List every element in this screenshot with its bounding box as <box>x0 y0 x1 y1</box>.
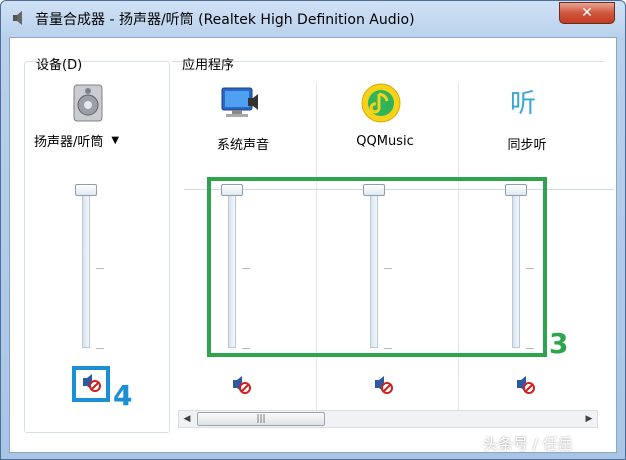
device-selector[interactable]: 扬声器/听筒 ▼ <box>34 131 144 150</box>
app-name: 系统声音 <box>216 138 269 153</box>
app-mute-button[interactable] <box>514 373 536 395</box>
qqmusic-icon <box>361 83 401 123</box>
chevron-down-icon: ▼ <box>111 135 120 146</box>
scrollbar-thumb[interactable]: ||| <box>197 412 325 426</box>
device-volume-thumb[interactable] <box>75 184 97 196</box>
app-mute-button[interactable] <box>230 373 252 395</box>
device-name: 扬声器/听筒 <box>34 135 104 150</box>
window-title: 音量合成器 - 扬声器/听筒 (Realtek High Definition … <box>35 12 415 28</box>
speaker-title-icon <box>13 11 22 25</box>
watermark: 头条号 / 任岳 <box>483 435 573 453</box>
tongbuting-icon: 听 <box>510 89 536 119</box>
app-mute-button[interactable] <box>372 373 394 395</box>
applications-group-label: 应用程序 <box>182 58 235 73</box>
device-volume-tick <box>96 348 104 349</box>
device-group-label: 设备(D) <box>36 58 83 73</box>
app-name: QQMusic <box>356 134 414 149</box>
horizontal-scrollbar[interactable]: ◀ ||| ▶ <box>178 410 598 428</box>
volume-mixer-window: 音量合成器 - 扬声器/听筒 (Realtek High Definition … <box>0 0 626 460</box>
annotation-box-4 <box>72 366 110 402</box>
system-sounds-icon <box>221 87 258 117</box>
svg-text:听: 听 <box>510 89 536 119</box>
title-bar: 音量合成器 - 扬声器/听筒 (Realtek High Definition … <box>1 1 625 35</box>
scroll-right-arrow-icon[interactable]: ▶ <box>581 411 597 427</box>
device-volume-track[interactable] <box>82 188 90 348</box>
annotation-box-3 <box>207 177 547 357</box>
speaker-device-icon <box>73 84 103 122</box>
annotation-label-3: 3 <box>549 327 569 360</box>
annotation-label-4: 4 <box>113 379 133 412</box>
device-volume-tick <box>96 268 104 269</box>
app-name: 同步听 <box>507 138 547 153</box>
close-button[interactable]: ✕ <box>559 2 615 24</box>
scroll-left-arrow-icon[interactable]: ◀ <box>179 411 195 427</box>
